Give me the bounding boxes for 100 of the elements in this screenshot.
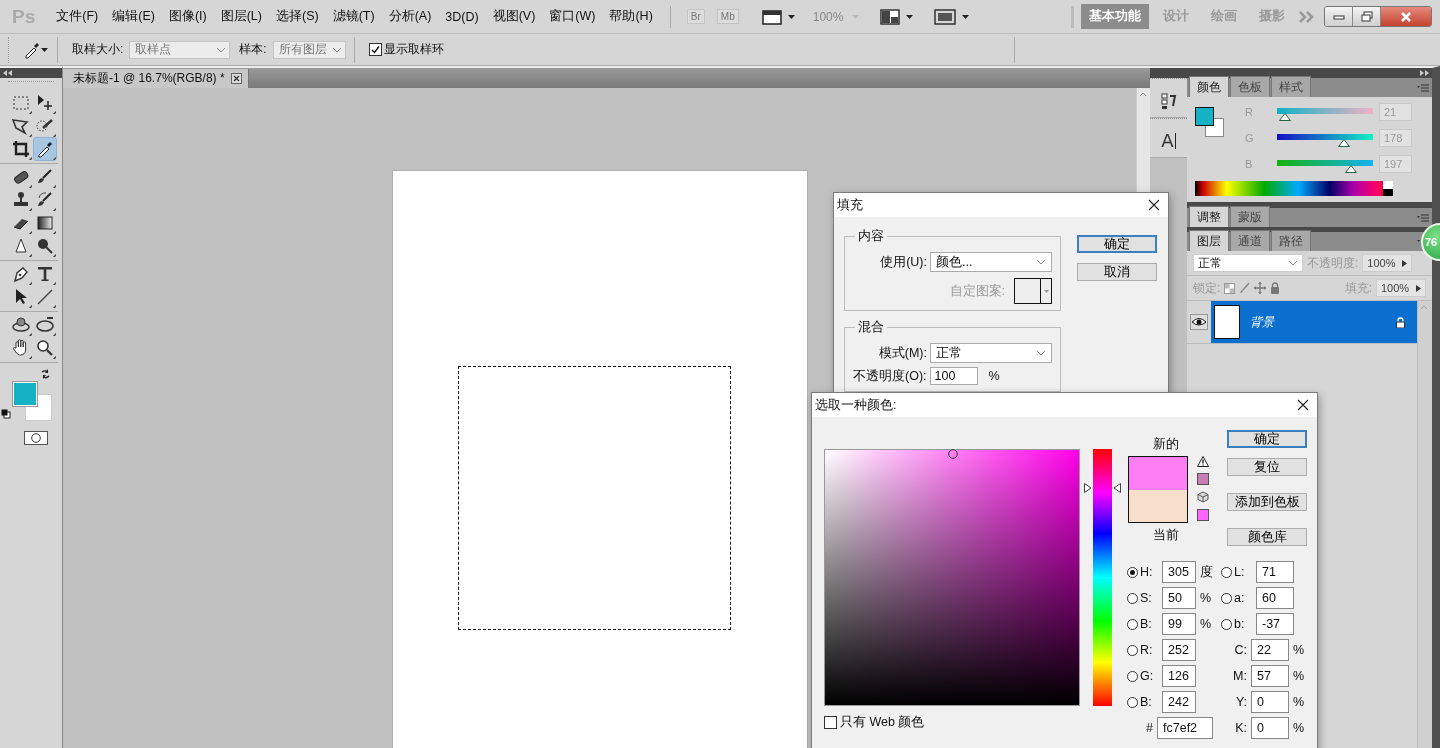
- value-field[interactable]: 0: [1251, 717, 1289, 739]
- radio-button[interactable]: [1127, 592, 1138, 604]
- panel-tab[interactable]: 色板: [1230, 76, 1270, 97]
- scrollbar[interactable]: [1417, 301, 1432, 748]
- panel-tab[interactable]: 通道: [1230, 230, 1270, 251]
- eye-icon[interactable]: [1190, 314, 1208, 330]
- opacity-field[interactable]: 100: [929, 367, 978, 385]
- panel-tab[interactable]: 图层: [1189, 230, 1229, 251]
- slider-thumb[interactable]: [1278, 113, 1291, 121]
- dialog-button[interactable]: 确定: [1077, 235, 1157, 253]
- minimize-button[interactable]: [1325, 7, 1353, 26]
- value-field[interactable]: fc7ef2: [1157, 717, 1213, 739]
- dialog-button[interactable]: 取消: [1077, 263, 1157, 281]
- default-colors-icon[interactable]: [1, 409, 11, 419]
- panel-tab[interactable]: 样式: [1271, 76, 1311, 97]
- restore-button[interactable]: [1353, 7, 1381, 26]
- sample-size-dropdown[interactable]: 取样点: [129, 40, 231, 59]
- value-field[interactable]: 126: [1162, 665, 1196, 687]
- crop-icon[interactable]: [10, 138, 32, 160]
- swap-icon[interactable]: [40, 368, 52, 380]
- document-tab[interactable]: 未标题-1 @ 16.7%(RGB/8) *: [63, 69, 249, 88]
- menu-item[interactable]: 图层(L): [213, 6, 269, 27]
- value-field[interactable]: 305: [1162, 561, 1196, 583]
- caret-icon[interactable]: [41, 46, 49, 53]
- dialog-button[interactable]: 确定: [1227, 430, 1307, 448]
- pattern-picker[interactable]: [1014, 278, 1052, 304]
- slider-thumb[interactable]: [1338, 139, 1350, 147]
- value-field[interactable]: 71: [1256, 561, 1294, 583]
- opacity-field[interactable]: 100%: [1362, 254, 1413, 272]
- menu-item[interactable]: 滤镜(T): [325, 6, 382, 27]
- color-spectrum[interactable]: [1195, 181, 1393, 196]
- close-icon[interactable]: [230, 73, 242, 84]
- quick-mask-button[interactable]: [24, 431, 48, 445]
- checkbox[interactable]: [824, 716, 837, 729]
- value-field[interactable]: 252: [1162, 639, 1196, 661]
- mode-dropdown[interactable]: 正常: [930, 343, 1052, 363]
- layer-row[interactable]: 背景: [1211, 301, 1417, 343]
- film-frame-icon[interactable]: [761, 8, 782, 25]
- radio-button[interactable]: [1127, 618, 1138, 630]
- menu-item[interactable]: 文件(F): [49, 6, 106, 27]
- chevron-down-icon[interactable]: [331, 46, 342, 53]
- close-icon[interactable]: [1297, 399, 1309, 411]
- panel-tab[interactable]: 蒙版: [1230, 206, 1270, 227]
- blend-mode-dropdown[interactable]: 正常: [1193, 254, 1303, 272]
- layout-icon[interactable]: [880, 8, 901, 25]
- checkbox[interactable]: [368, 43, 382, 56]
- panel-tab[interactable]: 调整: [1189, 206, 1229, 227]
- close-icon[interactable]: [1148, 199, 1160, 211]
- close-button[interactable]: [1381, 7, 1431, 26]
- character-panel-button[interactable]: A: [1161, 133, 1176, 149]
- lock-transparency-icon[interactable]: [1224, 282, 1236, 294]
- radio-button[interactable]: [1127, 696, 1138, 708]
- value-field[interactable]: -37: [1256, 613, 1294, 635]
- menu-item[interactable]: 帮助(H): [602, 6, 660, 27]
- restore-icon[interactable]: [1360, 11, 1373, 22]
- menu-item[interactable]: 视图(V): [485, 6, 543, 27]
- value-field[interactable]: 99: [1162, 613, 1196, 635]
- radio-button[interactable]: [1127, 566, 1138, 578]
- chevron-down-icon[interactable]: [1036, 259, 1046, 265]
- layer-name[interactable]: 背景: [1250, 313, 1396, 331]
- value-field[interactable]: 50: [1162, 587, 1196, 609]
- hue-slider-thumb[interactable]: [1084, 483, 1121, 494]
- menu-item[interactable]: 3D(D): [438, 7, 486, 26]
- lock-icon[interactable]: [1270, 282, 1281, 294]
- chevron-down-icon[interactable]: [216, 46, 227, 53]
- warning-icon[interactable]: [1197, 456, 1209, 467]
- value-field[interactable]: 60: [1256, 587, 1294, 609]
- use-dropdown[interactable]: 颜色...: [930, 252, 1052, 272]
- radio-button[interactable]: [1221, 592, 1232, 604]
- color-field[interactable]: [824, 449, 1080, 706]
- slider-thumb[interactable]: [1345, 165, 1358, 173]
- checkbox-label[interactable]: 只有 Web 颜色: [840, 714, 925, 731]
- eyedropper-icon[interactable]: [34, 138, 56, 160]
- chevron-down-icon[interactable]: [1036, 350, 1046, 356]
- eyedropper-icon[interactable]: [23, 40, 41, 59]
- value-field[interactable]: 22: [1251, 639, 1289, 661]
- dialog-button[interactable]: 颜色库: [1227, 528, 1307, 546]
- menu-item[interactable]: 图像(I): [161, 6, 214, 27]
- radio-button[interactable]: [1127, 644, 1138, 656]
- gamut-color-swatch[interactable]: [1197, 473, 1209, 485]
- radio-button[interactable]: [1221, 618, 1232, 630]
- grip-handle[interactable]: [1150, 78, 1187, 85]
- minimize-icon[interactable]: [1332, 12, 1345, 21]
- caret-icon[interactable]: [962, 13, 971, 20]
- color-marker[interactable]: [948, 449, 958, 459]
- cube-icon[interactable]: [1197, 491, 1209, 503]
- dialog-button[interactable]: 复位: [1227, 458, 1307, 476]
- dialog-button[interactable]: 添加到色板: [1227, 493, 1307, 511]
- value-field[interactable]: 242: [1162, 691, 1196, 713]
- web-color-swatch[interactable]: [1197, 509, 1209, 521]
- menu-item[interactable]: 编辑(E): [105, 6, 162, 27]
- checkbox-label[interactable]: 显示取样环: [383, 41, 444, 58]
- caret-icon[interactable]: [906, 13, 915, 20]
- radio-button[interactable]: [1127, 670, 1138, 682]
- menu-item[interactable]: 分析(A): [381, 6, 439, 27]
- color-swatches-icon[interactable]: [1195, 107, 1225, 137]
- sample-dropdown[interactable]: 所有图层: [272, 40, 346, 59]
- radio-button[interactable]: [1221, 566, 1232, 578]
- history-panel-icon[interactable]: [1159, 92, 1178, 110]
- fill-field[interactable]: 100%: [1376, 279, 1426, 297]
